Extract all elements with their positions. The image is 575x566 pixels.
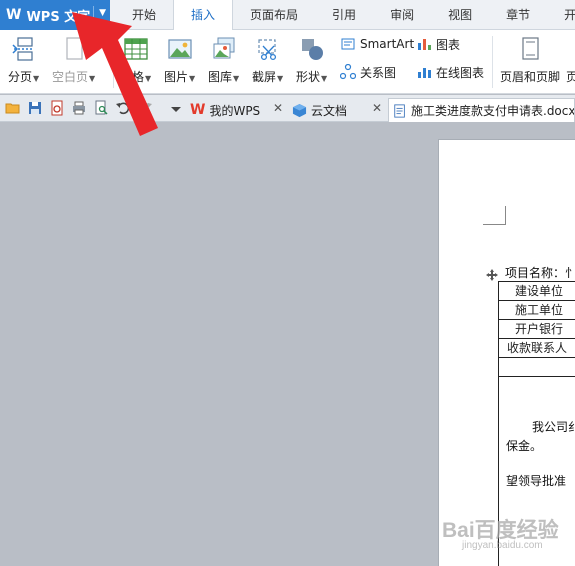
table-row-empty: [499, 358, 575, 377]
smartart-label: SmartArt: [360, 37, 415, 51]
project-name-line: 项目名称：忄: [505, 264, 575, 281]
tab-review[interactable]: 审阅: [373, 0, 431, 30]
header-footer-label: 页眉和页脚: [500, 70, 561, 84]
page-number-button[interactable]: 页: [566, 66, 575, 86]
shapes-button[interactable]: 形状▼: [296, 34, 327, 90]
ribbon-divider: [492, 36, 493, 88]
document-icon: [393, 103, 407, 118]
table-row: 建设单位: [499, 282, 575, 301]
shapes-icon: [299, 36, 325, 62]
table-icon: [123, 36, 149, 62]
chart-icon: [416, 36, 432, 52]
page-break-icon: [11, 36, 37, 62]
chart-button[interactable]: 图表: [416, 34, 460, 54]
header-footer-icon: [517, 36, 543, 62]
tab-cloud-docs-label: 云文档: [311, 103, 348, 118]
print-preview-icon[interactable]: [93, 100, 109, 116]
header-footer-button[interactable]: 页眉和页脚: [500, 34, 560, 90]
blank-page-button[interactable]: 空白页▼: [52, 34, 95, 90]
close-icon[interactable]: ✕: [273, 101, 283, 115]
tab-active-document[interactable]: 施工类进度款支付申请表.docx: [388, 98, 575, 122]
print-icon[interactable]: [71, 100, 87, 116]
export-pdf-icon[interactable]: [49, 100, 65, 116]
screenshot-icon: [255, 36, 281, 62]
table-label: 表格: [120, 70, 145, 84]
body-paragraph-1: 我公司纟: [532, 420, 575, 434]
project-name-label: 项目名称：: [505, 266, 566, 280]
table-move-handle-icon[interactable]: [486, 269, 498, 281]
tab-view[interactable]: 视图: [431, 0, 489, 30]
blank-page-icon: [61, 36, 87, 62]
tab-my-wps[interactable]: W 我的WPS: [190, 98, 260, 122]
menu-bar: W WPS 文字 ▼ 开始 插入 页面布局 引用 审阅 视图 章节 开: [0, 0, 575, 31]
screenshot-dropdown-icon[interactable]: ▼: [277, 74, 283, 83]
blank-page-label: 空白页: [52, 70, 89, 84]
gallery-label: 图库: [208, 70, 233, 84]
tab-cloud-docs[interactable]: 云文档: [292, 98, 347, 122]
app-menu-button[interactable]: W WPS 文字 ▼: [0, 0, 110, 30]
screenshot-button[interactable]: 截屏▼: [252, 34, 283, 90]
body-paragraph-3: 望领导批准: [506, 474, 567, 488]
page-break-label: 分页: [8, 70, 33, 84]
app-button-divider: [93, 6, 94, 24]
gallery-button[interactable]: 图库▼: [208, 34, 239, 90]
tab-page-layout[interactable]: 页面布局: [233, 0, 315, 30]
tab-insert[interactable]: 插入: [173, 0, 234, 31]
watermark-text: Bai百度经验: [442, 519, 559, 542]
relation-chart-button[interactable]: 关系图: [339, 62, 397, 82]
shapes-label: 形状: [296, 70, 321, 84]
picture-icon: [167, 36, 193, 62]
page-crop-mark: [483, 206, 506, 225]
customize-dropdown-icon[interactable]: [168, 101, 184, 117]
shapes-dropdown-icon[interactable]: ▼: [321, 74, 327, 83]
undo-icon[interactable]: [115, 100, 131, 116]
tab-references[interactable]: 引用: [315, 0, 373, 30]
app-name: WPS 文字: [26, 9, 91, 25]
tab-home[interactable]: 开始: [115, 0, 173, 30]
screenshot-label: 截屏: [252, 70, 277, 84]
project-name-value: 忄: [565, 266, 575, 280]
table-row: 开户银行: [499, 320, 575, 339]
menu-tabs: 开始 插入 页面布局 引用 审阅 视图 章节 开: [115, 0, 575, 31]
redo-icon[interactable]: [137, 100, 153, 116]
gallery-icon: [211, 36, 237, 62]
quick-access-bar: W 我的WPS ✕ 云文档 ✕ 施工类进度款支付申请表.docx: [0, 95, 575, 122]
body-paragraph-2: 保金。: [506, 439, 543, 453]
watermark-subtext: jingyan.baidu.com: [462, 540, 543, 551]
wps-w-icon: W: [190, 102, 206, 118]
tab-develop[interactable]: 开: [547, 0, 575, 30]
cloud-cube-icon: [292, 103, 307, 118]
tab-active-document-label: 施工类进度款支付申请表.docx: [411, 104, 575, 118]
table-row: 施工单位: [499, 301, 575, 320]
save-icon[interactable]: [27, 100, 43, 116]
table-dropdown-icon[interactable]: ▼: [145, 74, 151, 83]
application-table[interactable]: 建设单位 施工单位 开户银行 收款联系人: [498, 281, 575, 377]
page-break-dropdown-icon[interactable]: ▼: [33, 74, 39, 83]
chart-label: 图表: [436, 37, 461, 52]
tab-chapter[interactable]: 章节: [489, 0, 547, 30]
wps-logo-icon: W: [6, 7, 22, 23]
table-button[interactable]: 表格▼: [120, 34, 151, 90]
page-break-button[interactable]: 分页▼: [8, 34, 39, 90]
online-chart-label: 在线图表: [436, 65, 485, 80]
page-number-label: 页: [566, 69, 575, 84]
online-chart-icon: [416, 64, 432, 80]
relation-chart-icon: [339, 63, 357, 80]
tab-my-wps-label: 我的WPS: [209, 103, 261, 118]
app-menu-caret-icon[interactable]: ▼: [99, 8, 106, 18]
picture-dropdown-icon[interactable]: ▼: [189, 74, 195, 83]
open-folder-icon[interactable]: [5, 100, 21, 116]
ribbon-divider: [113, 36, 114, 88]
ribbon-insert: 分页▼ 空白页▼ 表格▼ 图片▼ 图库▼ 截屏▼ 形状▼ SmartArt 关系…: [0, 30, 575, 94]
close-icon[interactable]: ✕: [372, 101, 382, 115]
relation-chart-label: 关系图: [360, 65, 397, 80]
smartart-button[interactable]: SmartArt: [340, 34, 414, 54]
smartart-icon: [340, 36, 356, 52]
gallery-dropdown-icon[interactable]: ▼: [233, 74, 239, 83]
picture-button[interactable]: 图片▼: [164, 34, 195, 90]
online-chart-button[interactable]: 在线图表: [416, 62, 484, 82]
blank-page-dropdown-icon[interactable]: ▼: [89, 74, 95, 83]
picture-label: 图片: [164, 70, 189, 84]
table-row: 收款联系人: [499, 339, 575, 358]
